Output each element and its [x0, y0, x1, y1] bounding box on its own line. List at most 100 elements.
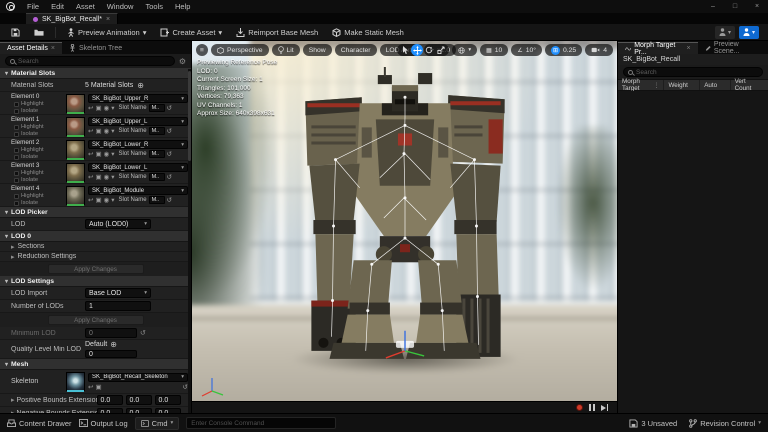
menu-asset[interactable]: Asset [70, 0, 101, 13]
column-auto[interactable]: Auto [700, 80, 730, 90]
pick-asset-icon[interactable]: ◉ [104, 173, 110, 181]
show-dropdown[interactable]: Show [303, 44, 332, 56]
slot-name-field[interactable]: M.. [149, 173, 165, 181]
close-icon[interactable]: × [746, 0, 768, 13]
browse-to-asset-icon[interactable]: ▣ [95, 173, 101, 181]
console-input[interactable] [186, 417, 336, 429]
slot-name-field[interactable]: M.. [149, 196, 165, 204]
search-field[interactable] [18, 58, 170, 65]
menu-tools[interactable]: Tools [139, 0, 169, 13]
material-select[interactable]: SK_BigBot_Lower_L▾ [88, 163, 188, 172]
preview-animation-button[interactable]: Preview Animation ▾ [61, 25, 152, 39]
tab-skeleton-tree[interactable]: Skeleton Tree [62, 42, 129, 54]
bounds-y-field[interactable]: 0.0 [126, 408, 152, 413]
rotate-tool-icon[interactable] [423, 44, 435, 56]
tab-close-icon[interactable]: × [51, 45, 55, 52]
highlight-checkbox[interactable]: Highlight [11, 147, 63, 153]
tab-close-icon[interactable]: × [106, 16, 110, 23]
local-user-button[interactable]: ▾ [715, 26, 735, 39]
isolate-checkbox[interactable]: Isolate [11, 154, 63, 160]
category-lod0[interactable]: ▾ LOD 0 [0, 231, 191, 242]
save-button[interactable] [5, 25, 26, 39]
left-panel-scrollbar[interactable] [188, 69, 191, 413]
material-select[interactable]: SK_BigBot_Upper_R▾ [88, 94, 188, 103]
create-asset-button[interactable]: Create Asset ▾ [154, 25, 228, 39]
isolate-checkbox[interactable]: Isolate [11, 177, 63, 183]
browse-content-button[interactable] [28, 25, 50, 39]
browse-to-asset-icon[interactable]: ▣ [95, 150, 101, 158]
number-of-lods-field[interactable]: 1 [85, 301, 151, 311]
use-selected-asset-icon[interactable]: ↩ [88, 383, 93, 391]
skeleton-select[interactable]: SK_BigBot_Recall_Skeleton▾ [88, 373, 188, 382]
material-thumbnail[interactable] [66, 140, 85, 159]
isolate-checkbox[interactable]: Isolate [11, 131, 63, 137]
tab-morph-target-preview[interactable]: Morph Target Pr... × [618, 42, 698, 54]
material-thumbnail[interactable] [66, 94, 85, 113]
reimport-base-mesh-button[interactable]: Reimport Base Mesh [230, 25, 324, 39]
tab-sk-bigbot-recall[interactable]: SK_BigBot_Recall* × [26, 13, 118, 24]
lod-select[interactable]: Auto (LOD0)▾ [85, 219, 151, 229]
slot-name-field[interactable]: M.. [149, 127, 165, 135]
category-lod-settings[interactable]: ▾ LOD Settings [0, 276, 191, 287]
use-selected-asset-icon[interactable]: ↩ [88, 173, 93, 181]
menu-file[interactable]: File [21, 0, 45, 13]
reset-icon[interactable]: ↺ [167, 196, 172, 204]
tab-asset-details[interactable]: Asset Details × [0, 42, 62, 54]
quality-level-field[interactable]: 0 [85, 350, 137, 358]
reset-icon[interactable]: ↺ [167, 150, 172, 158]
camera-speed-button[interactable]: 4 [585, 44, 613, 56]
coordinate-system-button[interactable]: ▾ [452, 44, 477, 56]
material-select[interactable]: SK_BigBot_Module▾ [88, 186, 188, 195]
content-drawer-button[interactable]: Content Drawer [7, 419, 72, 428]
use-selected-asset-icon[interactable]: ↩ [88, 127, 93, 135]
highlight-checkbox[interactable]: Highlight [11, 193, 63, 199]
lod-import-select[interactable]: Base LOD▾ [85, 288, 151, 298]
material-select[interactable]: SK_BigBot_Lower_R▾ [88, 140, 188, 149]
search-input[interactable] [5, 56, 175, 66]
move-tool-icon[interactable] [411, 44, 423, 56]
material-thumbnail[interactable] [66, 117, 85, 136]
pick-asset-icon[interactable]: ◉ [104, 150, 110, 158]
reset-icon[interactable]: ↺ [140, 329, 146, 337]
menu-help[interactable]: Help [169, 0, 196, 13]
search-input[interactable] [623, 67, 763, 77]
category-material-slots[interactable]: ▾ Material Slots [0, 68, 191, 79]
use-selected-asset-icon[interactable]: ↩ [88, 150, 93, 158]
pick-asset-icon[interactable]: ◉ [104, 127, 110, 135]
tab-preview-scene-settings[interactable]: Preview Scene... [698, 42, 768, 54]
isolate-checkbox[interactable]: Isolate [11, 108, 63, 114]
bounds-y-field[interactable]: 0.0 [126, 395, 152, 405]
pick-asset-icon[interactable]: ◉ [104, 196, 110, 204]
record-button[interactable] [576, 404, 583, 411]
bounds-x-field[interactable]: 0.0 [97, 408, 123, 413]
scale-tool-icon[interactable] [435, 44, 447, 56]
apply-changes-button[interactable]: Apply Changes [48, 264, 144, 274]
isolate-checkbox[interactable]: Isolate [11, 200, 63, 206]
make-static-mesh-button[interactable]: Make Static Mesh [326, 25, 410, 39]
browse-to-asset-icon[interactable]: ▣ [95, 196, 101, 204]
slot-name-field[interactable]: M.. [149, 104, 165, 112]
pause-button[interactable] [589, 404, 595, 411]
highlight-checkbox[interactable]: Highlight [11, 124, 63, 130]
bounds-z-field[interactable]: 0.0 [155, 395, 181, 405]
browse-to-asset-icon[interactable]: ▣ [95, 383, 101, 391]
reset-icon[interactable]: ↺ [167, 173, 172, 181]
bounds-z-field[interactable]: 0.0 [155, 408, 181, 413]
add-material-slot-icon[interactable]: ⊕ [137, 81, 144, 90]
bounds-x-field[interactable]: 0.0 [97, 395, 123, 405]
category-lod-picker[interactable]: ▾ LOD Picker [0, 207, 191, 218]
reset-icon[interactable]: ↺ [167, 104, 172, 112]
material-thumbnail[interactable] [66, 163, 85, 182]
sections-row[interactable]: ▸ Sections [0, 242, 191, 252]
tab-close-icon[interactable]: × [686, 45, 690, 52]
revision-control-button[interactable]: Revision Control ▾ [689, 419, 761, 428]
material-select[interactable]: SK_BigBot_Upper_L▾ [88, 117, 188, 126]
category-mesh[interactable]: ▾ Mesh [0, 359, 191, 370]
column-vert-count[interactable]: Vert Count [731, 80, 768, 90]
use-selected-asset-icon[interactable]: ↩ [88, 196, 93, 204]
reset-icon[interactable]: ↺ [167, 127, 172, 135]
perspective-dropdown[interactable]: Perspective [211, 44, 269, 56]
minimize-icon[interactable]: – [702, 0, 724, 13]
output-log-button[interactable]: Output Log [79, 419, 128, 428]
slot-name-field[interactable]: M.. [149, 150, 165, 158]
